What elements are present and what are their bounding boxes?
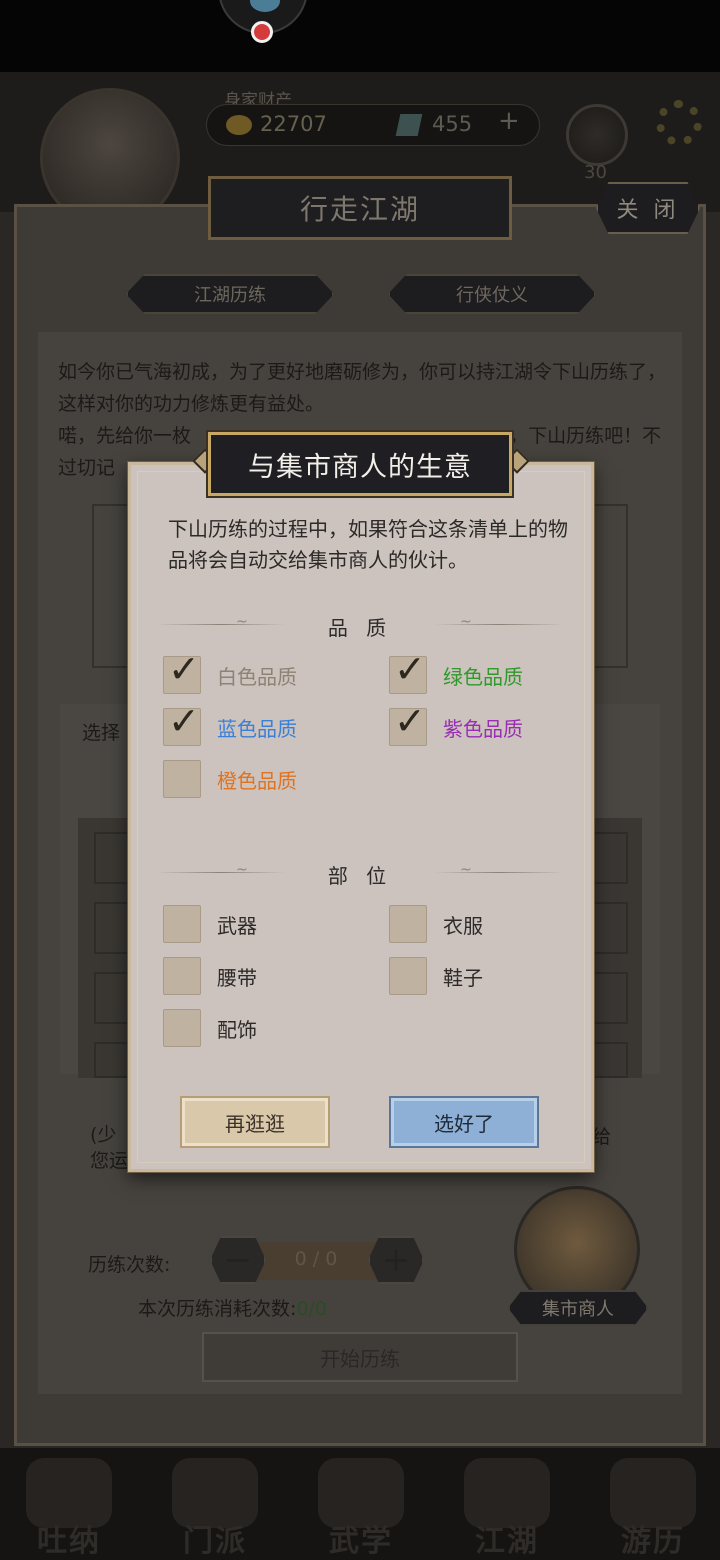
divider-line: [156, 624, 286, 625]
checkbox[interactable]: [163, 957, 201, 995]
quality-white-label: 白色品质: [217, 664, 297, 689]
quality-purple-label: 紫色品质: [443, 716, 523, 741]
gem-count: 455: [432, 112, 473, 136]
intro-line-2: 喏，先给你一枚: [58, 425, 192, 447]
quality-purple-option[interactable]: ✓ 紫色品质: [389, 701, 523, 746]
checkbox[interactable]: ✓: [389, 649, 427, 694]
tab-chivalry[interactable]: 行侠仗义: [388, 274, 596, 314]
divider-line: [434, 624, 564, 625]
yinyang-icon[interactable]: [566, 104, 628, 166]
slot-accessory-option[interactable]: 配饰: [163, 1009, 257, 1047]
quality-blue-label: 蓝色品质: [217, 716, 297, 741]
dialog-description: 下山历练的过程中，如果符合这条清单上的物品将会自动交给集市商人的伙计。: [168, 517, 568, 572]
checkbox[interactable]: [163, 905, 201, 943]
wealth-bar: [206, 104, 540, 146]
slot-belt-label: 腰带: [217, 965, 257, 990]
quality-orange-label: 橙色品质: [217, 768, 297, 793]
nav-martial[interactable]: 武学: [296, 1450, 426, 1560]
close-button[interactable]: 关 闭: [596, 182, 700, 234]
gem-icon: [395, 114, 423, 136]
intro-line-1: 如今你已气海初成，为了更好地磨砺修为，你可以持江湖令下山历练了，这样对你的功力修…: [58, 361, 667, 415]
quality-white-option[interactable]: ✓ 白色品质: [163, 649, 297, 694]
divider-line: [434, 872, 564, 873]
swirl-icon: ~: [460, 862, 472, 878]
note-right: 给: [592, 1126, 612, 1148]
swirl-icon: ~: [460, 614, 472, 630]
checkbox[interactable]: [389, 957, 427, 995]
slot-clothes-option[interactable]: 衣服: [389, 905, 483, 943]
check-icon: ✓: [394, 647, 426, 691]
nav-label: 江湖: [475, 1524, 539, 1559]
note-text: (少 您运: [90, 1122, 128, 1174]
checkbox[interactable]: ✓: [163, 701, 201, 746]
start-training-button[interactable]: 开始历练: [202, 1332, 518, 1382]
intro-line-3: 过切记: [58, 457, 116, 479]
add-currency-button[interactable]: +: [498, 106, 520, 136]
tab-jianghu-training[interactable]: 江湖历练: [126, 274, 334, 314]
consume-label: 本次历练消耗次数:0/0: [138, 1294, 327, 1321]
notification-dot: [251, 21, 273, 43]
checkbox[interactable]: [163, 1009, 201, 1047]
swirl-icon: ~: [236, 862, 248, 878]
training-count-value: 0 / 0: [294, 1248, 338, 1270]
check-icon: ✓: [168, 699, 200, 743]
note-left: (少: [90, 1124, 117, 1146]
nav-label: 武学: [329, 1524, 393, 1559]
divider-line: [156, 872, 286, 873]
swirl-icon: ~: [236, 614, 248, 630]
checkbox[interactable]: [163, 760, 201, 798]
choose-label: 选择: [82, 722, 121, 744]
nav-travel[interactable]: 游历: [588, 1450, 718, 1560]
slot-clothes-label: 衣服: [443, 913, 483, 938]
quality-green-option[interactable]: ✓ 绿色品质: [389, 649, 523, 694]
increase-button[interactable]: +: [368, 1236, 424, 1284]
nav-jianghu[interactable]: 江湖: [442, 1450, 572, 1560]
gear-icon[interactable]: [656, 100, 702, 146]
nav-label: 门派: [183, 1524, 247, 1559]
quality-section-title: 品 质: [327, 616, 393, 640]
decrease-button[interactable]: −: [210, 1236, 266, 1284]
consume-value: 0/0: [296, 1298, 327, 1320]
nav-tuna[interactable]: 吐纳: [4, 1450, 134, 1560]
slot-weapon-option[interactable]: 武器: [163, 905, 257, 943]
nav-sect[interactable]: 门派: [150, 1450, 280, 1560]
nav-label: 吐纳: [37, 1524, 101, 1559]
quality-blue-option[interactable]: ✓ 蓝色品质: [163, 701, 297, 746]
panel-title: 行走江湖: [208, 176, 512, 240]
training-count-label: 历练次数:: [88, 1254, 171, 1276]
intro-line-2b: ，下山历练吧！不: [509, 425, 662, 447]
note-left-2: 您运: [90, 1150, 129, 1172]
check-icon: ✓: [394, 699, 426, 743]
checkbox[interactable]: [389, 905, 427, 943]
status-top-bar: [0, 0, 720, 72]
quality-green-label: 绿色品质: [443, 664, 523, 689]
dialog-title: 与集市商人的生意: [208, 432, 512, 496]
level-number: 30: [584, 162, 607, 183]
confirm-button[interactable]: 选好了: [389, 1096, 539, 1148]
merchant-label[interactable]: 集市商人: [508, 1290, 648, 1326]
slot-shoes-option[interactable]: 鞋子: [389, 957, 483, 995]
slot-belt-option[interactable]: 腰带: [163, 957, 257, 995]
slot-section-title: 部 位: [327, 864, 393, 888]
nav-label: 游历: [621, 1524, 685, 1559]
browse-more-button[interactable]: 再逛逛: [180, 1096, 330, 1148]
quality-orange-option[interactable]: 橙色品质: [163, 760, 297, 798]
slot-shoes-label: 鞋子: [443, 965, 483, 990]
check-icon: ✓: [168, 647, 200, 691]
checkbox[interactable]: ✓: [163, 649, 201, 694]
coin-count: 22707: [260, 112, 327, 136]
slot-accessory-label: 配饰: [217, 1017, 257, 1042]
checkbox[interactable]: ✓: [389, 701, 427, 746]
consume-label-text: 本次历练消耗次数:: [138, 1298, 297, 1320]
gold-ingot-icon: [226, 115, 252, 135]
slot-weapon-label: 武器: [217, 913, 257, 938]
